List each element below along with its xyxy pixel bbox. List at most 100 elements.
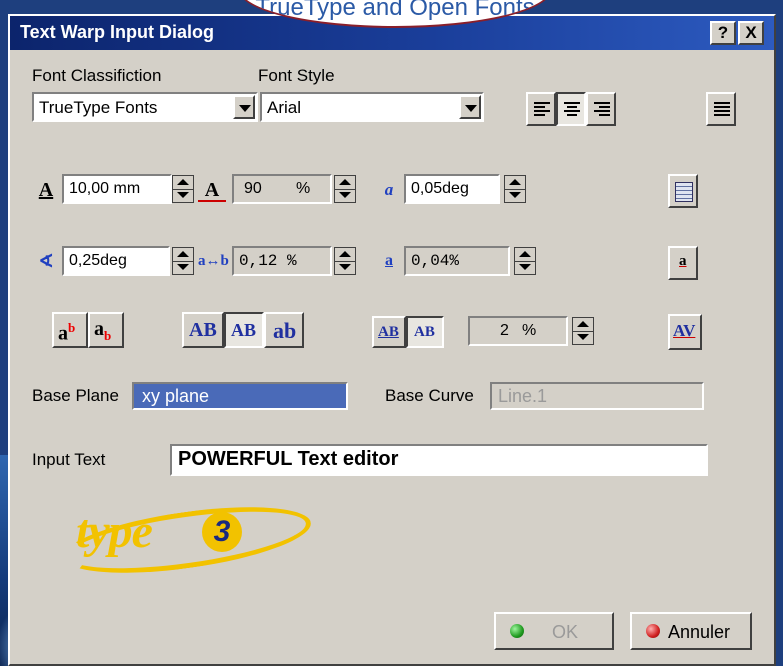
- chevron-down-icon[interactable]: [233, 95, 255, 119]
- align-left-button[interactable]: [526, 92, 556, 126]
- stepper-up-icon[interactable]: [173, 248, 193, 262]
- base-curve-label: Base Curve: [385, 386, 474, 405]
- justify-icon: [714, 102, 730, 116]
- cancel-button[interactable]: Annuler: [630, 612, 752, 650]
- logo-text: type: [76, 505, 153, 558]
- chevron-down-icon[interactable]: [459, 95, 481, 119]
- underline-button[interactable]: a: [668, 246, 698, 280]
- rotation-icon: ∢: [38, 251, 54, 271]
- cancel-label: Annuler: [668, 622, 731, 642]
- dialog-title: Text Warp Input Dialog: [20, 22, 214, 42]
- stepper-up-icon[interactable]: [505, 176, 525, 190]
- input-text-label: Input Text: [32, 450, 106, 469]
- slant-icon: a: [384, 180, 394, 199]
- small-caps-button[interactable]: AB: [224, 312, 264, 348]
- text-height-value: 10,00 mm: [69, 180, 141, 197]
- align-center-button[interactable]: [556, 92, 586, 126]
- align-left-icon: [534, 102, 550, 116]
- lowercase-icon: ab: [273, 318, 297, 343]
- case-b-icon: AB: [414, 324, 435, 340]
- ratio-unit: %: [296, 180, 311, 197]
- font-style-value: Arial: [267, 98, 302, 117]
- base-curve-field[interactable]: Line.1: [490, 382, 704, 410]
- stepper-down-icon[interactable]: [515, 261, 535, 274]
- superscript-button[interactable]: ab: [52, 312, 88, 348]
- percent-unit: %: [522, 322, 537, 339]
- cancel-icon: [646, 624, 660, 638]
- char-width-value: 0,04%: [411, 252, 460, 270]
- base-plane-label: Base Plane: [32, 386, 119, 405]
- stepper-down-icon[interactable]: [173, 261, 193, 274]
- ratio-icon: A: [198, 176, 226, 202]
- stepper-up-icon[interactable]: [335, 248, 355, 262]
- logo-badge: 3: [202, 512, 242, 552]
- spacing-icon: a↔b: [198, 253, 229, 269]
- char-width-icon: a: [385, 252, 393, 269]
- ok-icon: [510, 624, 524, 638]
- type3-logo: type 3: [59, 494, 315, 586]
- base-plane-value: xy plane: [142, 386, 210, 406]
- underline-icon: a: [679, 253, 687, 269]
- align-right-icon: [594, 102, 610, 116]
- align-right-button[interactable]: [586, 92, 616, 126]
- superscript-icon: ab: [58, 320, 76, 345]
- font-style-label: Font Style: [258, 66, 335, 85]
- case-b-button[interactable]: AB: [406, 316, 444, 348]
- slant-input[interactable]: 0,05deg: [404, 174, 500, 204]
- slant-stepper[interactable]: [504, 175, 526, 203]
- rotation-stepper[interactable]: [172, 247, 194, 275]
- base-plane-field[interactable]: xy plane: [132, 382, 348, 410]
- stepper-up-icon[interactable]: [335, 176, 355, 190]
- spacing-value: 0,12 %: [239, 252, 297, 270]
- ok-button[interactable]: OK: [494, 612, 614, 650]
- table-icon: [675, 182, 693, 202]
- rotation-input[interactable]: 0,25deg: [62, 246, 170, 276]
- char-width-stepper[interactable]: [514, 247, 536, 275]
- align-center-icon: [564, 102, 580, 116]
- font-classification-select[interactable]: TrueType Fonts: [32, 92, 258, 122]
- base-curve-value: Line.1: [498, 386, 548, 406]
- kerning-icon: AV: [673, 321, 696, 340]
- ratio-stepper[interactable]: [334, 175, 356, 203]
- case-a-icon: AB: [378, 324, 399, 340]
- font-classification-value: TrueType Fonts: [39, 98, 158, 117]
- percent-input[interactable]: 2 %: [468, 316, 568, 346]
- uppercase-icon: AB: [189, 319, 217, 341]
- font-classification-label: Font Classifiction: [32, 66, 162, 85]
- percent-stepper[interactable]: [572, 317, 594, 345]
- uppercase-button[interactable]: AB: [182, 312, 224, 348]
- small-caps-icon: AB: [231, 320, 257, 340]
- subscript-button[interactable]: ab: [88, 312, 124, 348]
- ok-label: OK: [552, 622, 579, 642]
- ratio-value: 90: [244, 180, 262, 197]
- text-warp-dialog: Text Warp Input Dialog ? X Font Classifi…: [8, 14, 776, 666]
- stepper-down-icon[interactable]: [173, 189, 193, 202]
- percent-value: 2: [500, 322, 509, 339]
- text-height-icon: A: [38, 179, 54, 201]
- close-button[interactable]: X: [738, 21, 764, 45]
- stepper-down-icon[interactable]: [335, 189, 355, 202]
- justify-button[interactable]: [706, 92, 736, 126]
- font-style-select[interactable]: Arial: [260, 92, 484, 122]
- lowercase-button[interactable]: ab: [264, 312, 304, 348]
- case-a-button[interactable]: AB: [372, 316, 406, 348]
- input-text-field[interactable]: POWERFUL Text editor: [170, 444, 708, 476]
- stepper-down-icon[interactable]: [335, 261, 355, 274]
- stepper-up-icon[interactable]: [515, 248, 535, 262]
- char-width-input[interactable]: 0,04%: [404, 246, 510, 276]
- stepper-up-icon[interactable]: [573, 318, 593, 332]
- stepper-down-icon[interactable]: [573, 331, 593, 344]
- spacing-stepper[interactable]: [334, 247, 356, 275]
- subscript-icon: ab: [94, 318, 112, 343]
- stepper-up-icon[interactable]: [173, 176, 193, 190]
- text-height-input[interactable]: 10,00 mm: [62, 174, 172, 204]
- spacing-input[interactable]: 0,12 %: [232, 246, 332, 276]
- help-button[interactable]: ?: [710, 21, 736, 45]
- stepper-down-icon[interactable]: [505, 189, 525, 202]
- ratio-input[interactable]: 90 %: [232, 174, 332, 204]
- kerning-button[interactable]: AV: [668, 314, 702, 350]
- table-button[interactable]: [668, 174, 698, 208]
- slant-value: 0,05deg: [411, 180, 469, 197]
- rotation-value: 0,25deg: [69, 252, 127, 269]
- text-height-stepper[interactable]: [172, 175, 194, 203]
